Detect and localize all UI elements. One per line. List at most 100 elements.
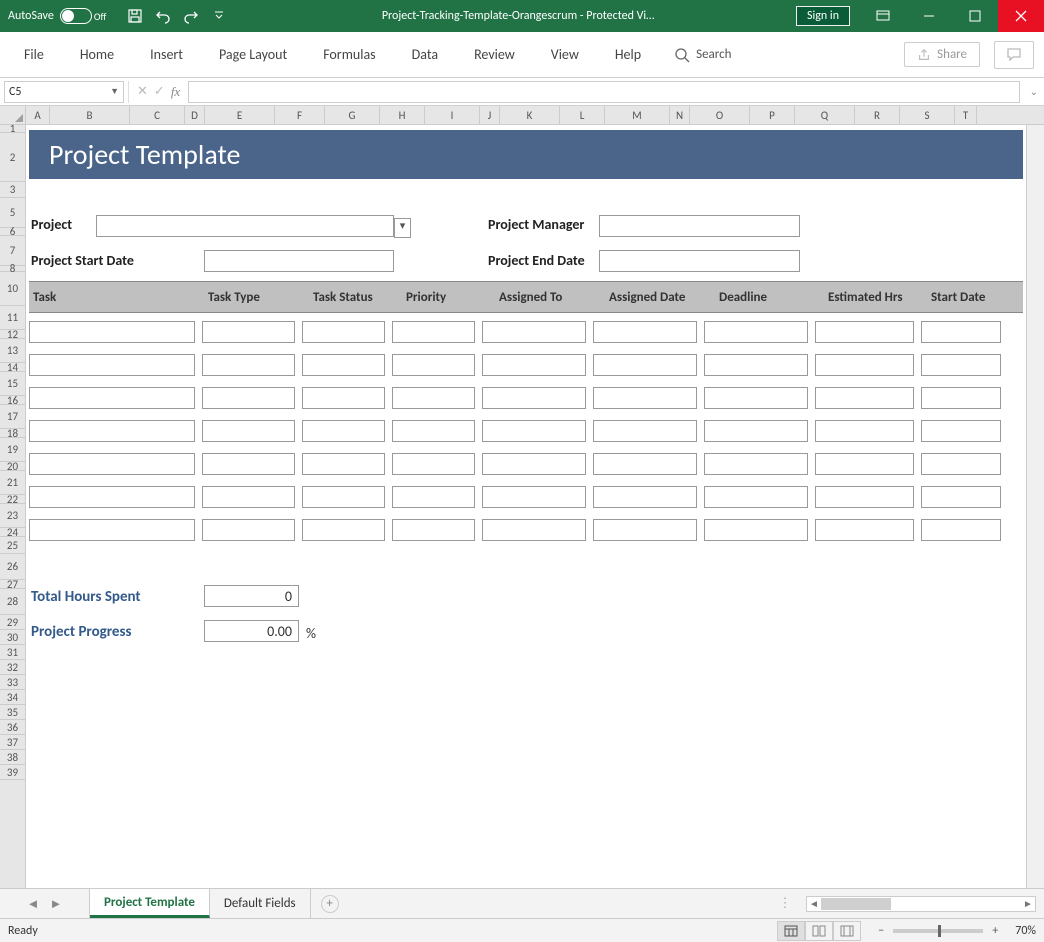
minimize-icon[interactable] <box>906 0 952 32</box>
row-header[interactable]: 14 <box>0 363 25 372</box>
table-cell[interactable] <box>29 420 195 442</box>
table-cell[interactable] <box>921 486 1001 508</box>
view-page-break-icon[interactable] <box>833 921 861 941</box>
table-cell[interactable] <box>704 321 808 343</box>
tab-insert[interactable]: Insert <box>136 40 197 69</box>
table-cell[interactable] <box>29 387 195 409</box>
table-cell[interactable] <box>704 420 808 442</box>
row-header[interactable]: 20 <box>0 462 25 471</box>
col-header[interactable]: P <box>750 106 795 124</box>
col-header[interactable]: T <box>955 106 977 124</box>
zoom-out-icon[interactable]: − <box>873 924 889 938</box>
table-cell[interactable] <box>815 354 914 376</box>
col-header[interactable]: K <box>500 106 560 124</box>
table-cell[interactable] <box>593 486 697 508</box>
table-cell[interactable] <box>482 453 586 475</box>
row-header[interactable]: 28 <box>0 589 25 615</box>
redo-icon[interactable] <box>178 3 204 29</box>
table-cell[interactable] <box>392 387 475 409</box>
table-cell[interactable] <box>815 321 914 343</box>
vertical-scrollbar[interactable] <box>1026 125 1044 888</box>
row-header[interactable]: 10 <box>0 272 25 306</box>
table-cell[interactable] <box>202 453 295 475</box>
table-cell[interactable] <box>482 387 586 409</box>
ribbon-display-icon[interactable] <box>860 0 906 32</box>
tab-scroll-handle[interactable]: ⋮ <box>778 896 792 911</box>
table-cell[interactable] <box>921 387 1001 409</box>
tab-formulas[interactable]: Formulas <box>309 40 389 69</box>
row-header[interactable]: 16 <box>0 396 25 405</box>
tab-file[interactable]: File <box>10 40 58 69</box>
table-cell[interactable] <box>815 453 914 475</box>
maximize-icon[interactable] <box>952 0 998 32</box>
formula-input[interactable] <box>188 81 1019 103</box>
col-header[interactable]: R <box>855 106 900 124</box>
scroll-right-icon[interactable]: ► <box>1021 897 1035 910</box>
table-cell[interactable] <box>593 321 697 343</box>
table-cell[interactable] <box>704 354 808 376</box>
table-cell[interactable] <box>921 321 1001 343</box>
row-header[interactable]: 34 <box>0 690 25 705</box>
table-cell[interactable] <box>392 486 475 508</box>
row-header[interactable]: 5 <box>0 198 25 228</box>
table-cell[interactable] <box>482 354 586 376</box>
row-header[interactable]: 37 <box>0 735 25 750</box>
col-header[interactable]: G <box>325 106 380 124</box>
row-header[interactable]: 35 <box>0 705 25 720</box>
fx-icon[interactable]: fx <box>171 84 180 100</box>
table-cell[interactable] <box>302 486 385 508</box>
row-header[interactable]: 29 <box>0 615 25 630</box>
table-cell[interactable] <box>202 519 295 541</box>
table-cell[interactable] <box>593 519 697 541</box>
row-header[interactable]: 17 <box>0 405 25 429</box>
row-header[interactable]: 11 <box>0 306 25 330</box>
hours-spent-value[interactable]: 0 <box>204 585 299 607</box>
table-cell[interactable] <box>815 420 914 442</box>
table-cell[interactable] <box>392 519 475 541</box>
table-cell[interactable] <box>302 453 385 475</box>
row-header[interactable]: 15 <box>0 372 25 396</box>
row-header[interactable]: 32 <box>0 660 25 675</box>
qat-customize-icon[interactable] <box>206 3 232 29</box>
row-header[interactable]: 27 <box>0 580 25 589</box>
undo-icon[interactable] <box>150 3 176 29</box>
col-header[interactable]: Q <box>795 106 855 124</box>
table-cell[interactable] <box>392 321 475 343</box>
table-cell[interactable] <box>202 387 295 409</box>
table-cell[interactable] <box>29 486 195 508</box>
formula-expand-icon[interactable]: ⌄ <box>1024 85 1044 98</box>
row-header[interactable]: 21 <box>0 471 25 495</box>
col-header[interactable]: A <box>26 106 50 124</box>
col-header[interactable]: N <box>670 106 690 124</box>
scroll-left-icon[interactable]: ◄ <box>807 897 821 910</box>
select-all-button[interactable] <box>0 106 26 124</box>
row-header[interactable]: 2 <box>0 133 25 182</box>
row-header[interactable]: 36 <box>0 720 25 735</box>
table-cell[interactable] <box>593 420 697 442</box>
row-header[interactable]: 30 <box>0 630 25 645</box>
row-header[interactable]: 18 <box>0 429 25 438</box>
sheet-nav-next-icon[interactable]: ► <box>50 896 63 912</box>
col-header[interactable]: H <box>380 106 425 124</box>
progress-value[interactable]: 0.00 <box>204 620 299 642</box>
table-cell[interactable] <box>921 453 1001 475</box>
row-header[interactable]: 39 <box>0 765 25 780</box>
table-cell[interactable] <box>815 519 914 541</box>
table-cell[interactable] <box>593 453 697 475</box>
cancel-icon[interactable]: ✕ <box>137 84 148 99</box>
table-cell[interactable] <box>704 486 808 508</box>
row-header[interactable]: 26 <box>0 554 25 580</box>
col-header[interactable]: B <box>50 106 130 124</box>
row-header[interactable]: 23 <box>0 504 25 528</box>
chevron-down-icon[interactable]: ▼ <box>110 86 119 97</box>
table-cell[interactable] <box>302 420 385 442</box>
row-header[interactable]: 12 <box>0 330 25 339</box>
col-header[interactable]: I <box>425 106 480 124</box>
table-cell[interactable] <box>482 420 586 442</box>
share-button[interactable]: Share <box>904 42 980 67</box>
table-cell[interactable] <box>29 453 195 475</box>
table-cell[interactable] <box>921 420 1001 442</box>
sheet-nav-prev-icon[interactable]: ◄ <box>27 896 40 912</box>
project-dropdown[interactable] <box>96 215 394 237</box>
row-header[interactable]: 19 <box>0 438 25 462</box>
